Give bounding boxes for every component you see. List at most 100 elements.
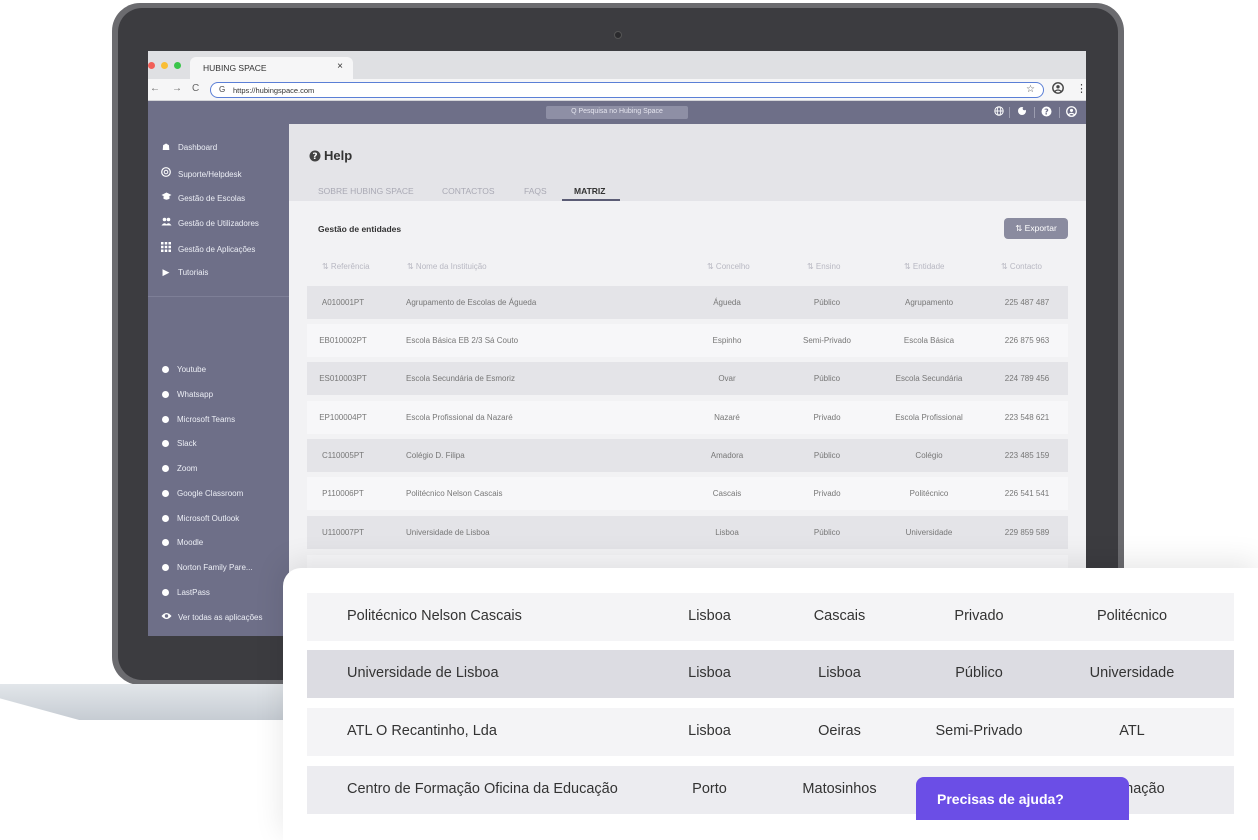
window-minimize-icon[interactable]: [161, 62, 168, 69]
reload-icon[interactable]: C: [192, 83, 199, 94]
app-link-label: Microsoft Teams: [177, 415, 236, 424]
export-button[interactable]: ⇅ Exportar: [1004, 218, 1068, 239]
svg-text:?: ?: [1044, 107, 1049, 116]
cell-entidade: Agrupamento: [904, 298, 954, 307]
svg-text:?: ?: [312, 152, 317, 162]
profile-icon[interactable]: [1052, 82, 1064, 97]
search-input[interactable]: Q Pesquisa no Hubing Space: [546, 106, 688, 119]
cell-entidade: Escola Profissional: [895, 413, 963, 422]
app-link-label: LastPass: [177, 588, 210, 597]
cell-ref: P110006PT: [322, 489, 364, 498]
app-link-google-classroom[interactable]: Google Classroom: [160, 489, 243, 503]
cell-name: Escola Secundária de Esmoriz: [406, 374, 515, 383]
view-all-apps-link[interactable]: Ver todas as aplicações: [160, 612, 263, 626]
cell-ensino: Semi-Privado: [802, 336, 851, 345]
column-header-ensino[interactable]: ⇅ Ensino: [807, 262, 840, 271]
app-link-whatsapp[interactable]: Whatsapp: [160, 390, 213, 404]
cell-concelho: Águeda: [713, 298, 741, 307]
app-link-moodle[interactable]: Moodle: [160, 538, 203, 552]
divider: [1059, 107, 1060, 118]
help-chat-button[interactable]: Precisas de ajuda?: [916, 777, 1129, 820]
column-header-referencia[interactable]: ⇅ Referência: [322, 262, 370, 271]
app-bullet-icon: [162, 465, 169, 472]
home-icon: ☗: [161, 142, 171, 152]
table-row[interactable]: EB010002PT Escola Básica EB 2/3 Sá Couto…: [307, 324, 1068, 357]
app-link-zoom[interactable]: Zoom: [160, 464, 197, 478]
tab-contactos[interactable]: CONTACTOS: [442, 186, 495, 196]
column-header-concelho[interactable]: ⇅ Concelho: [707, 262, 750, 271]
sidebar-item-label: Dashboard: [178, 143, 218, 152]
app-link-label: Slack: [177, 439, 197, 448]
zoomed-table-row[interactable]: Universidade de Lisboa Lisboa Lisboa Púb…: [307, 650, 1234, 698]
cell-name: Escola Básica EB 2/3 Sá Couto: [406, 336, 519, 345]
app-link-slack[interactable]: Slack: [160, 439, 197, 453]
table-row[interactable]: C110005PT Colégio D. Filipa Amadora Públ…: [307, 439, 1068, 472]
tab-close-icon[interactable]: ×: [337, 61, 343, 72]
app-link-teams[interactable]: Microsoft Teams: [160, 415, 235, 429]
sidebar-item-tutorials[interactable]: ▶ Tutoriais: [160, 267, 209, 281]
column-header-entidade[interactable]: ⇅ Entidade: [904, 262, 945, 271]
app-link-outlook[interactable]: Microsoft Outlook: [160, 514, 239, 528]
browser-tab[interactable]: HUBING SPACE ×: [190, 57, 353, 79]
lifebuoy-icon: [160, 167, 172, 179]
cell-ensino: Semi-Privado: [935, 723, 1023, 739]
page-title-text: Help: [324, 148, 353, 163]
cell-name: Politécnico Nelson Cascais: [347, 608, 522, 624]
url-input[interactable]: G https://hubingspace.com ☆: [210, 82, 1044, 98]
table-row[interactable]: A010001PT Agrupamento de Escolas de Águe…: [307, 286, 1068, 319]
divider: [1009, 107, 1010, 118]
forward-icon[interactable]: →: [172, 83, 182, 94]
tab-sobre[interactable]: SOBRE HUBING SPACE: [318, 186, 414, 196]
column-header-nome[interactable]: ⇅ Nome da Instituição: [407, 262, 487, 271]
user-account-icon[interactable]: [1065, 106, 1078, 119]
zoomed-table-row[interactable]: ATL O Recantinho, Lda Lisboa Oeiras Semi…: [307, 708, 1234, 756]
active-tab-indicator: [562, 199, 620, 201]
app-top-bar: Q Pesquisa no Hubing Space ?: [148, 101, 1086, 124]
window-close-icon[interactable]: [148, 62, 155, 69]
sidebar-item-label: Tutoriais: [178, 268, 209, 277]
app-link-norton[interactable]: Norton Family Pare...: [160, 563, 253, 577]
cell-distrito: Lisboa: [688, 665, 731, 681]
app-bullet-icon: [162, 366, 169, 373]
sidebar-item-label: Suporte/Helpdesk: [178, 170, 242, 179]
cell-entidade: Universidade: [1089, 665, 1175, 681]
window-maximize-icon[interactable]: [174, 62, 181, 69]
table-row[interactable]: EP100004PT Escola Profissional da Nazaré…: [307, 401, 1068, 434]
column-header-contacto[interactable]: ⇅ Contacto: [1001, 262, 1042, 271]
bookmark-star-icon[interactable]: ☆: [1026, 84, 1035, 95]
table-row[interactable]: ES010003PT Escola Secundária de Esmoriz …: [307, 362, 1068, 395]
app-bullet-icon: [162, 564, 169, 571]
help-icon[interactable]: ?: [1040, 106, 1053, 119]
google-icon: G: [219, 85, 226, 94]
camera-icon: [614, 31, 622, 39]
tab-matriz[interactable]: MATRIZ: [574, 186, 605, 196]
table-row[interactable]: U110007PT Universidade de Lisboa Lisboa …: [307, 516, 1068, 549]
sidebar-divider: [148, 296, 289, 297]
url-text: https://hubingspace.com: [233, 86, 315, 95]
cell-name: ATL O Recantinho, Lda: [347, 723, 497, 739]
cell-ensino: Público: [813, 451, 841, 460]
table-row[interactable]: P110006PT Politécnico Nelson Cascais Cas…: [307, 477, 1068, 510]
globe-icon[interactable]: [992, 106, 1005, 119]
notifications-icon[interactable]: [1015, 106, 1028, 119]
cell-concelho: Matosinhos: [802, 781, 877, 797]
cell-ensino: Público: [813, 374, 841, 383]
sidebar-item-schools[interactable]: Gestão de Escolas: [160, 192, 245, 206]
cell-ensino: Privado: [954, 608, 1004, 624]
cell-ref: EB010002PT: [319, 336, 367, 345]
back-icon[interactable]: ←: [150, 83, 160, 94]
sidebar-item-users[interactable]: Gestão de Utilizadores: [160, 217, 259, 231]
cell-concelho: Lisboa: [715, 528, 739, 537]
browser-menu-icon[interactable]: ⋮: [1076, 82, 1086, 95]
sidebar-item-apps[interactable]: Gestão de Aplicações: [160, 242, 255, 256]
browser-tab-title: HUBING SPACE: [203, 63, 267, 73]
page-header: ? Help SOBRE HUBING SPACE CONTACTOS FAQS…: [289, 124, 1086, 201]
app-link-lastpass[interactable]: LastPass: [160, 588, 210, 602]
tab-faqs[interactable]: FAQS: [524, 186, 547, 196]
divider: [1034, 107, 1035, 118]
app-link-youtube[interactable]: Youtube: [160, 365, 206, 379]
sidebar-item-helpdesk[interactable]: Suporte/Helpdesk: [160, 167, 242, 181]
sidebar-item-dashboard[interactable]: ☗ Dashboard: [160, 142, 217, 156]
zoomed-table-row[interactable]: Politécnico Nelson Cascais Lisboa Cascai…: [307, 593, 1234, 641]
address-bar: ← → C G https://hubingspace.com ☆ ⋮: [148, 79, 1086, 101]
